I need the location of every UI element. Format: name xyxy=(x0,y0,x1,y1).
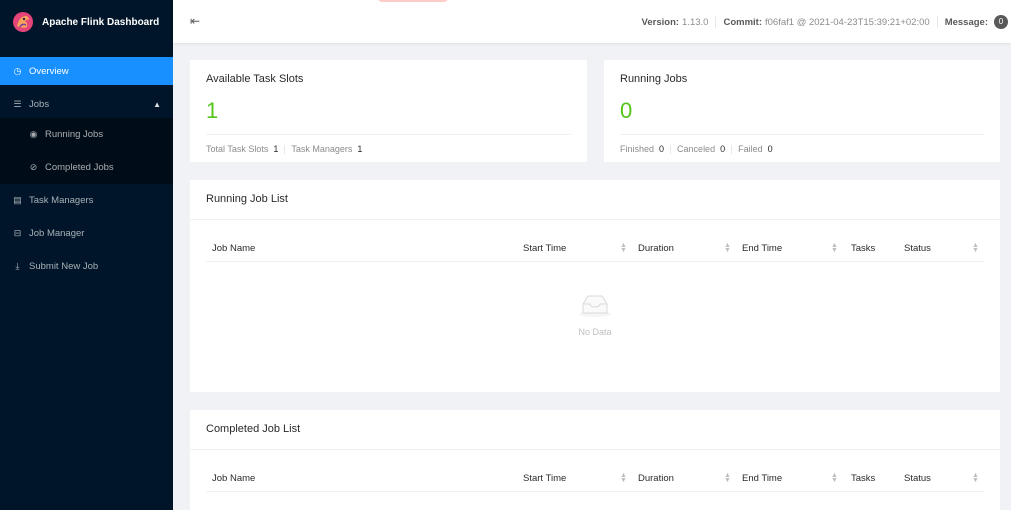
column-start-time[interactable]: Start Time xyxy=(523,473,566,484)
check-circle-icon: ⊘ xyxy=(29,162,38,172)
sidebar-item-label: Jobs xyxy=(29,98,50,110)
column-status[interactable]: Status xyxy=(904,243,931,254)
message-count-badge[interactable]: 0 xyxy=(994,15,1008,29)
sort-icon[interactable]: ▲ ▼ xyxy=(831,472,838,484)
empty-state: No Data xyxy=(190,292,1000,337)
column-status[interactable]: Status xyxy=(904,473,931,484)
message-label[interactable]: Message: xyxy=(945,17,988,28)
card-title: Available Task Slots xyxy=(206,73,304,85)
sidebar-item-label: Completed Jobs xyxy=(45,162,114,173)
divider xyxy=(715,16,717,28)
column-job-name[interactable]: Job Name xyxy=(212,243,255,254)
notification-strip xyxy=(378,0,448,2)
finished-label: Finished xyxy=(620,144,655,154)
empty-text: No Data xyxy=(578,327,612,337)
divider xyxy=(620,134,984,135)
upload-icon: ⤓ xyxy=(15,261,20,271)
top-header: ⇤ Version: 1.13.0 Commit: f06faf1 @ 2021… xyxy=(173,0,1011,43)
sort-icon[interactable]: ▲ ▼ xyxy=(724,242,731,254)
sidebar-item-label: Overview xyxy=(29,65,69,77)
running-jobs-card: Running Jobs 0 Finished 0 Canceled 0 Fai… xyxy=(604,60,1000,162)
sidebar-item-submit-new-job[interactable]: ⤓ Submit New Job xyxy=(0,250,173,283)
card-footer: Total Task Slots 1 Task Managers 1 xyxy=(206,144,368,154)
total-slots-value: 1 xyxy=(273,144,279,154)
sidebar-item-overview[interactable]: ◷ Overview xyxy=(0,57,173,85)
column-end-time[interactable]: End Time xyxy=(742,243,782,254)
column-tasks: Tasks xyxy=(851,473,876,484)
sort-icon[interactable]: ▲ ▼ xyxy=(972,472,979,484)
column-duration[interactable]: Duration xyxy=(638,243,674,254)
version-value: 1.13.0 xyxy=(682,16,709,28)
sort-icon[interactable]: ▲ ▼ xyxy=(620,472,627,484)
card-title: Running Jobs xyxy=(620,73,688,85)
running-jobs-value: 0 xyxy=(620,98,633,123)
card-title: Running Job List xyxy=(206,193,288,205)
divider xyxy=(670,144,672,154)
column-duration[interactable]: Duration xyxy=(638,473,674,484)
divider xyxy=(190,449,1000,450)
sort-icon[interactable]: ▲ ▼ xyxy=(972,242,979,254)
card-footer: Finished 0 Canceled 0 Failed 0 xyxy=(620,144,779,154)
commit-value: f06faf1 @ 2021-04-23T15:39:21+02:00 xyxy=(765,16,930,28)
sidebar-item-task-managers[interactable]: ▤ Task Managers xyxy=(0,184,173,217)
sidebar-item-running-jobs[interactable]: ◉ Running Jobs xyxy=(0,118,173,151)
divider xyxy=(206,134,571,135)
brand[interactable]: Apache Flink Dashboard xyxy=(0,0,173,44)
canceled-value: 0 xyxy=(720,144,726,154)
task-managers-value: 1 xyxy=(357,144,363,154)
list-icon: ☰ xyxy=(13,98,22,109)
failed-label: Failed xyxy=(738,144,763,154)
dashboard-icon: ◷ xyxy=(13,65,22,76)
sidebar-item-jobs[interactable]: ☰ Jobs ▲ xyxy=(0,90,173,118)
divider xyxy=(936,16,938,28)
sidebar-item-job-manager[interactable]: ⊟ Job Manager xyxy=(0,217,173,250)
sidebar-item-label: Running Jobs xyxy=(45,129,104,140)
chevron-up-icon: ▲ xyxy=(153,99,161,109)
divider xyxy=(731,144,733,154)
available-task-slots-card: Available Task Slots 1 Total Task Slots … xyxy=(190,60,587,162)
play-circle-icon: ◉ xyxy=(29,129,38,139)
jobs-submenu: ◉ Running Jobs ⊘ Completed Jobs xyxy=(0,118,173,184)
finished-value: 0 xyxy=(659,144,665,154)
empty-inbox-icon xyxy=(579,295,611,317)
table-header: Job Name Start Time ▲ ▼ Duration ▲ ▼ End T… xyxy=(206,465,984,492)
cluster-icon: ⊟ xyxy=(13,228,22,238)
task-managers-label: Task Managers xyxy=(291,144,353,154)
sidebar: Apache Flink Dashboard ◷ Overview ☰ Jobs… xyxy=(0,0,173,510)
canceled-label: Canceled xyxy=(677,144,716,154)
column-end-time[interactable]: End Time xyxy=(742,473,782,484)
cluster-meta: Version: 1.13.0 Commit: f06faf1 @ 2021-0… xyxy=(642,15,1008,29)
menu-fold-icon[interactable]: ⇤ xyxy=(190,14,200,28)
sidebar-item-label: Job Manager xyxy=(29,228,85,239)
sort-icon[interactable]: ▲ ▼ xyxy=(831,242,838,254)
commit-label: Commit: xyxy=(723,16,762,28)
divider xyxy=(284,144,286,154)
sort-icon[interactable]: ▲ ▼ xyxy=(620,242,627,254)
sidebar-item-completed-jobs[interactable]: ⊘ Completed Jobs xyxy=(0,151,173,184)
sidebar-item-label: Submit New Job xyxy=(29,261,99,272)
running-job-list-card: Running Job List Job Name Start Time ▲ ▼ … xyxy=(190,180,1000,392)
column-start-time[interactable]: Start Time xyxy=(523,243,566,254)
version-label: Version: xyxy=(641,16,680,28)
column-tasks: Tasks xyxy=(851,243,876,254)
flink-squirrel-logo xyxy=(13,12,33,32)
table-header: Job Name Start Time ▲ ▼ Duration ▲ ▼ End T… xyxy=(206,235,984,262)
sort-icon[interactable]: ▲ ▼ xyxy=(724,472,731,484)
divider xyxy=(190,219,1000,220)
failed-value: 0 xyxy=(767,144,773,154)
card-title: Completed Job List xyxy=(206,423,301,435)
completed-job-list-card: Completed Job List Job Name Start Time ▲… xyxy=(190,410,1000,510)
available-slots-value: 1 xyxy=(206,98,219,123)
task-managers-icon: ▤ xyxy=(13,195,22,205)
column-job-name[interactable]: Job Name xyxy=(212,473,255,484)
total-slots-label: Total Task Slots xyxy=(206,144,269,154)
sidebar-item-label: Task Managers xyxy=(29,195,94,206)
brand-title: Apache Flink Dashboard xyxy=(42,16,160,28)
